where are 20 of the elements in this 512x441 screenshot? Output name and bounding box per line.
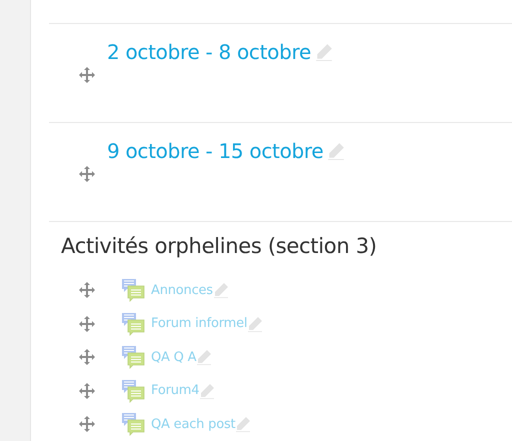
forum-icon (121, 378, 145, 403)
section-heading: Activités orphelines (section 3) (61, 234, 378, 258)
move-icon[interactable] (79, 382, 95, 399)
activity-link[interactable]: Forum informel (151, 316, 248, 332)
activity-link[interactable]: Forum4 (151, 383, 200, 398)
activity-link[interactable]: QA Q A (151, 350, 196, 365)
forum-icon (121, 312, 145, 336)
section-title[interactable]: 9 octobre - 15 octobre (107, 138, 324, 163)
forum-icon (121, 412, 145, 436)
section-title[interactable]: 2 octobre - 8 octobre (107, 40, 311, 64)
move-icon[interactable] (79, 67, 95, 83)
activity-link[interactable]: Annonces (151, 282, 213, 298)
activity-link[interactable]: QA each post (151, 416, 236, 432)
move-icon[interactable] (79, 282, 95, 298)
move-icon[interactable] (79, 416, 95, 432)
forum-icon (121, 345, 145, 370)
move-icon[interactable] (79, 166, 95, 182)
move-icon[interactable] (79, 316, 95, 332)
move-icon[interactable] (79, 349, 95, 366)
forum-icon (121, 278, 145, 302)
